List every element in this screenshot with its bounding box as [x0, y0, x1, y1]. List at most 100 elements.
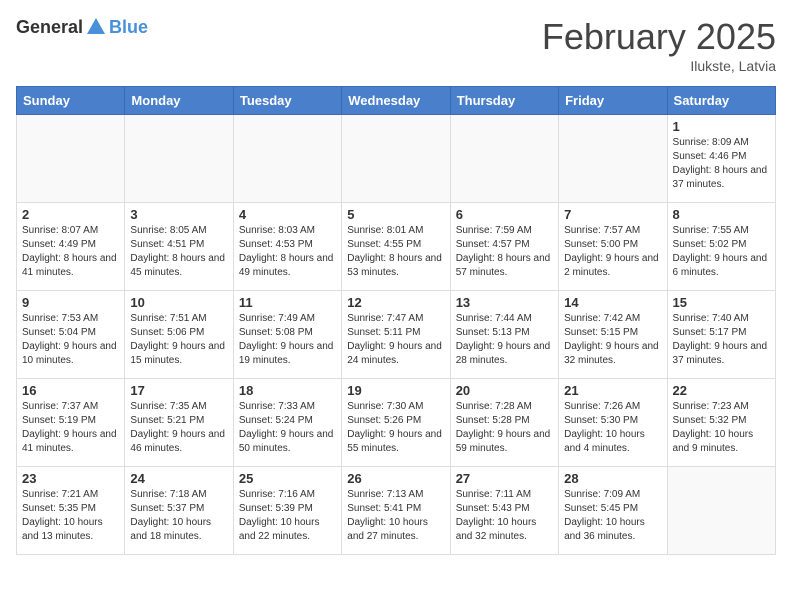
- week-row-5: 23 Sunrise: 7:21 AM Sunset: 5:35 PM Dayli…: [17, 467, 776, 555]
- location: Ilukste, Latvia: [542, 58, 776, 74]
- day-info: Sunrise: 7:49 AM Sunset: 5:08 PM Dayligh…: [239, 312, 336, 368]
- day-number: 13: [456, 295, 553, 310]
- day-number: 1: [673, 119, 770, 134]
- day-info: Sunrise: 7:59 AM Sunset: 4:57 PM Dayligh…: [456, 224, 553, 280]
- calendar-cell: 6Sunrise: 7:59 AM Sunset: 4:57 PM Daylig…: [450, 203, 558, 291]
- calendar-cell: 5 Sunrise: 8:01 AM Sunset: 4:55 PM Daylig…: [342, 203, 450, 291]
- day-number: 28: [564, 471, 661, 486]
- calendar-cell: 12Sunrise: 7:47 AM Sunset: 5:11 PM Dayli…: [342, 291, 450, 379]
- calendar-cell: 17 Sunrise: 7:35 AM Sunset: 5:21 PM Dayli…: [125, 379, 233, 467]
- calendar-cell: 19 Sunrise: 7:30 AM Sunset: 5:26 PM Dayli…: [342, 379, 450, 467]
- day-number: 21: [564, 383, 661, 398]
- day-number: 9: [22, 295, 119, 310]
- calendar-cell: 20 Sunrise: 7:28 AM Sunset: 5:28 PM Dayli…: [450, 379, 558, 467]
- day-info: Sunrise: 7:26 AM Sunset: 5:30 PM Dayligh…: [564, 400, 661, 456]
- day-number: 12: [347, 295, 444, 310]
- day-number: 17: [130, 383, 227, 398]
- calendar-cell: 24 Sunrise: 7:18 AM Sunset: 5:37 PM Dayli…: [125, 467, 233, 555]
- day-number: 14: [564, 295, 661, 310]
- weekday-header-wednesday: Wednesday: [342, 87, 450, 115]
- weekday-header-tuesday: Tuesday: [233, 87, 341, 115]
- day-info: Sunrise: 7:40 AM Sunset: 5:17 PM Dayligh…: [673, 312, 770, 368]
- calendar-cell: 4Sunrise: 8:03 AM Sunset: 4:53 PM Daylig…: [233, 203, 341, 291]
- calendar-cell: [125, 115, 233, 203]
- day-number: 16: [22, 383, 119, 398]
- calendar-cell: [342, 115, 450, 203]
- month-title: February 2025: [542, 16, 776, 58]
- calendar-cell: 27 Sunrise: 7:11 AM Sunset: 5:43 PM Dayli…: [450, 467, 558, 555]
- day-info: Sunrise: 7:35 AM Sunset: 5:21 PM Dayligh…: [130, 400, 227, 456]
- day-number: 3: [130, 207, 227, 222]
- calendar-cell: 3 Sunrise: 8:05 AM Sunset: 4:51 PM Daylig…: [125, 203, 233, 291]
- weekday-header-friday: Friday: [559, 87, 667, 115]
- day-number: 20: [456, 383, 553, 398]
- calendar-cell: 16 Sunrise: 7:37 AM Sunset: 5:19 PM Dayli…: [17, 379, 125, 467]
- weekday-header-monday: Monday: [125, 87, 233, 115]
- day-number: 10: [130, 295, 227, 310]
- day-info: Sunrise: 7:28 AM Sunset: 5:28 PM Dayligh…: [456, 400, 553, 456]
- week-row-1: 1 Sunrise: 8:09 AM Sunset: 4:46 PM Daylig…: [17, 115, 776, 203]
- title-block: February 2025 Ilukste, Latvia: [542, 16, 776, 74]
- day-number: 22: [673, 383, 770, 398]
- calendar-cell: 26 Sunrise: 7:13 AM Sunset: 5:41 PM Dayli…: [342, 467, 450, 555]
- day-number: 23: [22, 471, 119, 486]
- day-number: 2: [22, 207, 119, 222]
- day-info: Sunrise: 7:53 AM Sunset: 5:04 PM Dayligh…: [22, 312, 119, 368]
- calendar-cell: 1 Sunrise: 8:09 AM Sunset: 4:46 PM Daylig…: [667, 115, 775, 203]
- day-number: 19: [347, 383, 444, 398]
- calendar-cell: 10Sunrise: 7:51 AM Sunset: 5:06 PM Dayli…: [125, 291, 233, 379]
- day-info: Sunrise: 7:33 AM Sunset: 5:24 PM Dayligh…: [239, 400, 336, 456]
- page-header: General Blue February 2025 Ilukste, Latv…: [16, 16, 776, 74]
- day-number: 8: [673, 207, 770, 222]
- calendar-cell: [450, 115, 558, 203]
- logo-general: General: [16, 17, 83, 38]
- calendar-cell: 21 Sunrise: 7:26 AM Sunset: 5:30 PM Dayli…: [559, 379, 667, 467]
- day-info: Sunrise: 7:44 AM Sunset: 5:13 PM Dayligh…: [456, 312, 553, 368]
- weekday-header-row: SundayMondayTuesdayWednesdayThursdayFrid…: [17, 87, 776, 115]
- day-info: Sunrise: 7:21 AM Sunset: 5:35 PM Dayligh…: [22, 488, 119, 544]
- calendar-cell: 22 Sunrise: 7:23 AM Sunset: 5:32 PM Dayli…: [667, 379, 775, 467]
- day-info: Sunrise: 7:18 AM Sunset: 5:37 PM Dayligh…: [130, 488, 227, 544]
- day-info: Sunrise: 7:42 AM Sunset: 5:15 PM Dayligh…: [564, 312, 661, 368]
- day-number: 26: [347, 471, 444, 486]
- day-number: 18: [239, 383, 336, 398]
- calendar-cell: 25Sunrise: 7:16 AM Sunset: 5:39 PM Dayli…: [233, 467, 341, 555]
- calendar-cell: 14 Sunrise: 7:42 AM Sunset: 5:15 PM Dayli…: [559, 291, 667, 379]
- logo-blue: Blue: [109, 17, 148, 38]
- calendar-cell: [233, 115, 341, 203]
- calendar-cell: [559, 115, 667, 203]
- day-number: 25: [239, 471, 336, 486]
- day-info: Sunrise: 7:11 AM Sunset: 5:43 PM Dayligh…: [456, 488, 553, 544]
- calendar-cell: 23 Sunrise: 7:21 AM Sunset: 5:35 PM Dayli…: [17, 467, 125, 555]
- day-number: 27: [456, 471, 553, 486]
- weekday-header-sunday: Sunday: [17, 87, 125, 115]
- day-info: Sunrise: 7:23 AM Sunset: 5:32 PM Dayligh…: [673, 400, 770, 456]
- weekday-header-saturday: Saturday: [667, 87, 775, 115]
- day-info: Sunrise: 8:01 AM Sunset: 4:55 PM Dayligh…: [347, 224, 444, 280]
- logo: General Blue: [16, 16, 148, 38]
- day-info: Sunrise: 8:07 AM Sunset: 4:49 PM Dayligh…: [22, 224, 119, 280]
- week-row-4: 16 Sunrise: 7:37 AM Sunset: 5:19 PM Dayli…: [17, 379, 776, 467]
- day-info: Sunrise: 7:30 AM Sunset: 5:26 PM Dayligh…: [347, 400, 444, 456]
- logo-icon: [85, 16, 107, 38]
- day-info: Sunrise: 7:09 AM Sunset: 5:45 PM Dayligh…: [564, 488, 661, 544]
- weekday-header-thursday: Thursday: [450, 87, 558, 115]
- calendar-cell: 18 Sunrise: 7:33 AM Sunset: 5:24 PM Dayli…: [233, 379, 341, 467]
- day-info: Sunrise: 8:09 AM Sunset: 4:46 PM Dayligh…: [673, 136, 770, 192]
- calendar: SundayMondayTuesdayWednesdayThursdayFrid…: [16, 86, 776, 555]
- day-info: Sunrise: 7:13 AM Sunset: 5:41 PM Dayligh…: [347, 488, 444, 544]
- day-info: Sunrise: 7:37 AM Sunset: 5:19 PM Dayligh…: [22, 400, 119, 456]
- day-number: 11: [239, 295, 336, 310]
- calendar-cell: 9 Sunrise: 7:53 AM Sunset: 5:04 PM Daylig…: [17, 291, 125, 379]
- calendar-cell: 7Sunrise: 7:57 AM Sunset: 5:00 PM Daylig…: [559, 203, 667, 291]
- calendar-cell: 8Sunrise: 7:55 AM Sunset: 5:02 PM Daylig…: [667, 203, 775, 291]
- day-number: 5: [347, 207, 444, 222]
- calendar-cell: 13 Sunrise: 7:44 AM Sunset: 5:13 PM Dayli…: [450, 291, 558, 379]
- day-number: 4: [239, 207, 336, 222]
- day-info: Sunrise: 8:05 AM Sunset: 4:51 PM Dayligh…: [130, 224, 227, 280]
- calendar-cell: 28 Sunrise: 7:09 AM Sunset: 5:45 PM Dayli…: [559, 467, 667, 555]
- day-number: 24: [130, 471, 227, 486]
- week-row-2: 2 Sunrise: 8:07 AM Sunset: 4:49 PM Daylig…: [17, 203, 776, 291]
- week-row-3: 9 Sunrise: 7:53 AM Sunset: 5:04 PM Daylig…: [17, 291, 776, 379]
- day-number: 15: [673, 295, 770, 310]
